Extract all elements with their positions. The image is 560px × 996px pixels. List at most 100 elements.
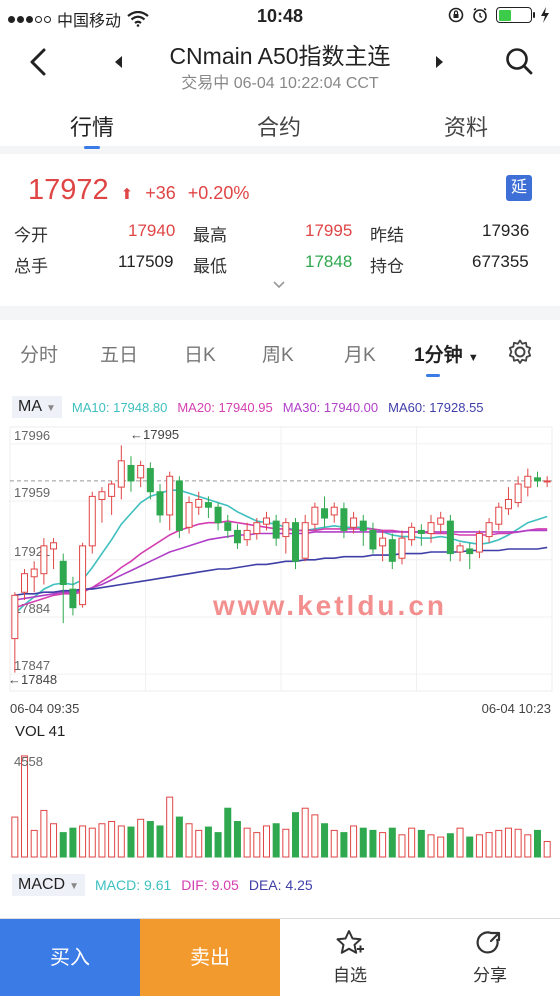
candle-body <box>340 508 348 531</box>
tab-intraday[interactable]: 分时 <box>20 340 58 367</box>
candle-body <box>166 475 174 516</box>
quote-row: 今开 17940 最高 17995 昨结 17936 <box>0 221 560 247</box>
volume-bar <box>117 825 125 858</box>
chevron-down-icon[interactable] <box>272 280 286 290</box>
y-tick-label: 17847 <box>14 658 50 673</box>
battery-icon <box>496 7 535 23</box>
tab-monthly-k[interactable]: 月K <box>344 340 376 367</box>
volume-bar <box>475 834 483 858</box>
add-watchlist-button[interactable]: 自选 <box>280 929 420 986</box>
kline-chart[interactable]: 17996 17959 17921 17884 17847 www.ketldu.cn … <box>0 425 560 865</box>
max-price-label: ←17995 <box>130 427 179 442</box>
open-value: 17940 <box>128 221 176 240</box>
candle-body <box>485 522 493 538</box>
caret-down-icon: ▼ <box>467 352 479 364</box>
volume-bar <box>311 814 319 858</box>
candle-body <box>127 464 135 482</box>
tab-contract-label: 合约 <box>257 115 302 140</box>
nav-header: CNmain A50指数主连 交易中 06-04 10:22:04 CCT <box>0 34 560 98</box>
search-icon[interactable] <box>504 46 534 76</box>
dif-value: DIF: 9.05 <box>181 877 239 893</box>
volume-bar <box>495 829 503 858</box>
candle-body <box>195 498 203 508</box>
volume-bar <box>108 821 116 858</box>
star-plus-icon <box>336 930 364 954</box>
tab-weekly-k[interactable]: 周K <box>262 340 294 367</box>
volume-bar <box>243 827 251 858</box>
candle-body <box>185 502 193 528</box>
next-contract-icon[interactable] <box>434 54 446 70</box>
tab-info[interactable]: 资料 <box>444 110 488 142</box>
tab-quote[interactable]: 行情 <box>70 110 114 149</box>
candle-body <box>156 491 164 516</box>
volume-bar <box>282 828 290 858</box>
tab-contract[interactable]: 合约 <box>257 110 301 142</box>
volume-bar <box>253 832 261 858</box>
volume-bar <box>398 834 406 858</box>
volume-bar <box>350 825 358 858</box>
buy-button[interactable]: 买入 <box>0 919 140 996</box>
volume-bar <box>30 829 38 858</box>
y-tick-label: 17996 <box>14 428 50 443</box>
alarm-icon <box>473 7 487 23</box>
volume-bar <box>504 827 512 858</box>
volume-bar <box>233 821 241 858</box>
macd-indicator-select[interactable]: MACD ▼ <box>12 874 86 896</box>
volume-bar <box>11 816 19 858</box>
candle-body <box>398 537 406 559</box>
candle-body <box>388 539 396 562</box>
status-right <box>448 7 550 23</box>
volume-bar <box>98 823 106 858</box>
candle-body <box>543 480 551 483</box>
candle-body <box>98 491 106 500</box>
ma-indicator-select[interactable]: MA ▼ <box>12 396 62 418</box>
low-label: 最低 <box>193 257 227 276</box>
low-value: 17848 <box>305 252 353 271</box>
candle-body <box>427 522 435 534</box>
volume-bar <box>379 832 387 858</box>
candle-body <box>514 483 522 504</box>
volume-bar <box>543 840 551 858</box>
caret-down-icon: ▼ <box>46 403 56 414</box>
high-value: 17995 <box>305 221 353 240</box>
sell-button[interactable]: 卖出 <box>140 919 280 996</box>
watermark: www.ketldu.cn <box>212 590 447 621</box>
share-button[interactable]: 分享 <box>420 929 560 986</box>
volume-value: 117509 <box>118 252 174 271</box>
volume-bar <box>185 823 193 858</box>
candle-body <box>292 522 300 562</box>
candle-body <box>379 537 387 547</box>
volume-bar <box>50 823 58 858</box>
open-label: 今开 <box>14 226 48 245</box>
status-bar: 中国移动 10:48 <box>0 0 560 34</box>
volume-bar <box>195 829 203 858</box>
candle-body <box>446 520 454 555</box>
section-divider <box>0 306 560 320</box>
volume-bar <box>533 829 541 858</box>
candle-body <box>262 517 270 525</box>
share-icon <box>476 931 501 954</box>
tab-daily-k[interactable]: 日K <box>184 340 216 367</box>
price-change: +36 <box>145 183 176 203</box>
y-tick-label: 17959 <box>14 485 50 500</box>
volume-bar <box>485 832 493 858</box>
candle-body <box>330 506 338 516</box>
volume-bar <box>166 796 174 858</box>
candle-body <box>233 529 241 544</box>
volume-bar <box>524 834 532 858</box>
candle-body <box>359 520 367 531</box>
share-label: 分享 <box>473 966 507 985</box>
volume-bar <box>359 827 367 858</box>
trading-status: 交易中 06-04 10:22:04 CCT <box>181 75 379 92</box>
candle-body <box>40 545 48 575</box>
tab-five-day[interactable]: 五日 <box>100 340 138 367</box>
active-tab-indicator <box>84 146 100 149</box>
tab-one-minute[interactable]: 1分钟 ▼ <box>414 340 479 377</box>
caret-down-icon: ▼ <box>69 881 80 892</box>
volume-bar <box>224 807 232 858</box>
gear-icon[interactable] <box>506 338 534 366</box>
page-title: CNmain A50指数主连 <box>169 43 391 69</box>
add-watchlist-label: 自选 <box>333 966 367 985</box>
tab-one-minute-label: 1分钟 <box>414 345 463 366</box>
ma20-value: MA20: 17940.95 <box>177 399 273 415</box>
